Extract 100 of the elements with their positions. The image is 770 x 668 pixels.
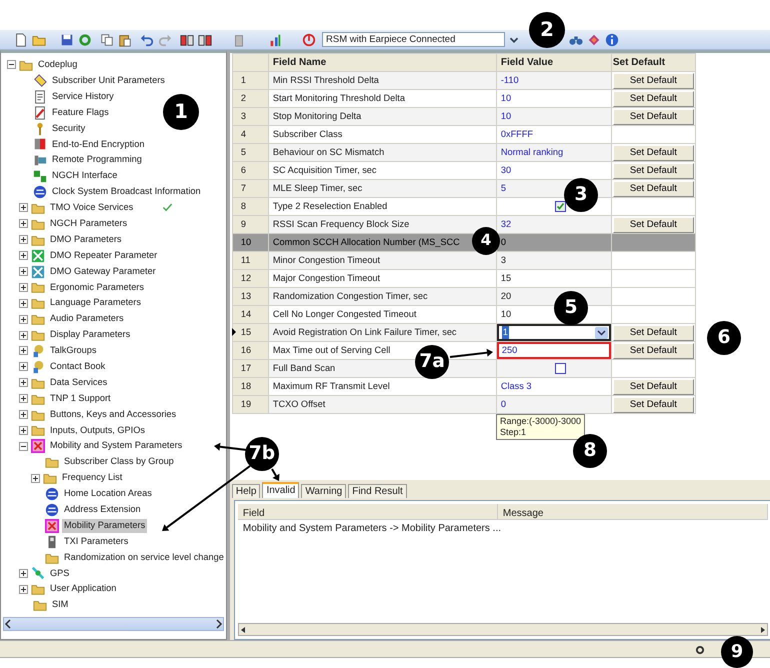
- column-header: Field Value: [496, 54, 612, 72]
- tree-item[interactable]: Buttons, Keys and Accessories: [48, 408, 178, 422]
- row-number: 16: [240, 344, 252, 355]
- tab[interactable]: Help: [232, 484, 260, 498]
- table-cell: TCXO Offset: [268, 396, 496, 414]
- row-number: 11: [240, 254, 250, 265]
- tree-item[interactable]: Audio Parameters: [48, 312, 126, 326]
- table-cell: Behaviour on SC Mismatch: [268, 144, 496, 162]
- table-cell: Avoid Registration On Link Failure Timer, sec: [268, 324, 496, 342]
- column-header: Field: [238, 504, 498, 519]
- tab[interactable]: Find Result: [348, 484, 407, 498]
- tree-item[interactable]: Codeplug: [36, 58, 80, 72]
- tree-item[interactable]: Clock System Broadcast Information: [50, 185, 203, 199]
- tree-item[interactable]: Language Parameters: [48, 296, 143, 310]
- table-cell: 3: [496, 252, 612, 270]
- tree-item[interactable]: TXI Parameters: [62, 534, 130, 549]
- row-number: 12: [240, 272, 252, 283]
- tree-item[interactable]: Mobility Parameters: [62, 518, 148, 533]
- table-cell: Minor Congestion Timeout: [268, 252, 496, 270]
- callout-badge: 7b: [245, 437, 279, 471]
- tree-item[interactable]: Service History: [50, 90, 116, 104]
- tree-item[interactable]: Home Location Areas: [62, 487, 154, 501]
- tab[interactable]: Warning: [301, 484, 346, 498]
- tree-item[interactable]: Mobility and System Parameters: [48, 439, 184, 454]
- row-number: 14: [240, 308, 252, 319]
- set-default-button[interactable]: Set Default: [612, 324, 694, 340]
- tree-item[interactable]: Remote Programming: [50, 153, 144, 168]
- table-cell: RSSI Scan Frequency Block Size: [268, 216, 496, 234]
- set-default-button[interactable]: Set Default: [612, 72, 694, 88]
- set-default-button[interactable]: Set Default: [612, 180, 694, 196]
- table-cell: Min RSSI Threshold Delta: [268, 72, 496, 90]
- tree-item[interactable]: DMO Parameters: [48, 232, 124, 247]
- table-cell: 0: [496, 234, 612, 252]
- tree-item[interactable]: SIM: [50, 598, 70, 612]
- tab[interactable]: Invalid: [262, 482, 300, 498]
- table-cell: -110: [496, 72, 612, 90]
- tree-item[interactable]: Data Services: [48, 376, 110, 390]
- value-dropdown[interactable]: 1: [496, 324, 611, 341]
- table-cell: 0: [496, 396, 612, 414]
- set-default-button[interactable]: Set Default: [612, 216, 694, 232]
- tree-item[interactable]: NGCH Parameters: [48, 216, 130, 231]
- list-row[interactable]: Mobility and System Parameters -> Mobility Parameters ...: [238, 520, 770, 537]
- tree-item[interactable]: Feature Flags: [50, 106, 111, 120]
- set-default-button[interactable]: Set Default: [612, 162, 694, 178]
- tree-item[interactable]: Ergonomic Parameters: [48, 280, 146, 294]
- row-number: 8: [240, 200, 246, 211]
- callout-badge: 3: [564, 178, 598, 212]
- callout-badge: 8: [573, 434, 607, 468]
- table-cell: Stop Monitoring Delta: [268, 108, 496, 126]
- set-default-button[interactable]: Set Default: [612, 342, 694, 358]
- row-number: 15: [240, 326, 252, 337]
- value-field[interactable]: 250: [496, 342, 611, 359]
- row-number: 1: [240, 74, 246, 85]
- tree-item[interactable]: End-to-End Encryption: [50, 138, 146, 152]
- table-cell: MLE Sleep Timer, sec: [268, 180, 496, 198]
- tree-item[interactable]: Randomization on service level change: [62, 550, 226, 564]
- tree-item[interactable]: DMO Repeater Parameter: [48, 248, 160, 263]
- callout-badge: 1: [163, 94, 199, 130]
- column-header: Set Default: [611, 54, 696, 72]
- column-header: Field Name: [268, 54, 496, 72]
- tree-item[interactable]: Security: [50, 122, 88, 136]
- tree-item[interactable]: DMO Gateway Parameter: [48, 264, 158, 278]
- row-number: 13: [240, 290, 252, 301]
- tree-item[interactable]: Inputs, Outputs, GPIOs: [48, 424, 147, 438]
- row-number: 18: [240, 380, 252, 391]
- tree-item[interactable]: TalkGroups: [48, 344, 98, 358]
- tree-item[interactable]: TMO Voice Services: [48, 201, 136, 215]
- row-number: 5: [240, 146, 246, 157]
- set-default-button[interactable]: Set Default: [612, 144, 694, 160]
- row-number: 10: [240, 236, 252, 247]
- row-number: 9: [240, 218, 246, 229]
- row-number: 2: [240, 92, 246, 103]
- tree-item[interactable]: Subscriber Class by Group: [62, 455, 176, 470]
- row-number: 19: [240, 398, 252, 409]
- table-cell: 32: [496, 216, 612, 234]
- row-number: 6: [240, 164, 246, 175]
- tree-item[interactable]: TNP 1 Support: [48, 392, 113, 406]
- tree-item[interactable]: GPS: [48, 566, 72, 580]
- row-number: 7: [240, 182, 246, 193]
- set-default-button[interactable]: Set Default: [612, 396, 694, 412]
- set-default-button[interactable]: Set Default: [612, 378, 694, 394]
- tooltip: Range:(-3000)-3000 Step:1: [496, 414, 586, 440]
- tree-item[interactable]: User Application: [48, 582, 118, 596]
- callout-badge: 2: [529, 12, 565, 48]
- set-default-button[interactable]: Set Default: [612, 90, 694, 106]
- profile-dropdown[interactable]: RSM with Earpiece Connected: [322, 32, 505, 47]
- tree-item[interactable]: Subscriber Unit Parameters: [50, 74, 167, 88]
- table-cell: Randomization Congestion Timer, sec: [268, 288, 496, 306]
- tree-item[interactable]: Contact Book: [48, 360, 108, 374]
- table-cell: Normal ranking: [496, 144, 612, 162]
- row-number: 4: [240, 128, 246, 139]
- column-header: Message: [498, 504, 768, 519]
- row-number: 17: [240, 362, 252, 373]
- table-cell: 10: [496, 108, 612, 126]
- row-number: 3: [240, 110, 246, 121]
- set-default-button[interactable]: Set Default: [612, 108, 694, 124]
- tree-item[interactable]: Address Extension: [62, 502, 143, 517]
- tree-item[interactable]: Frequency List: [60, 471, 124, 485]
- tree-item[interactable]: Display Parameters: [48, 328, 132, 342]
- tree-item[interactable]: NGCH Interface: [50, 169, 120, 184]
